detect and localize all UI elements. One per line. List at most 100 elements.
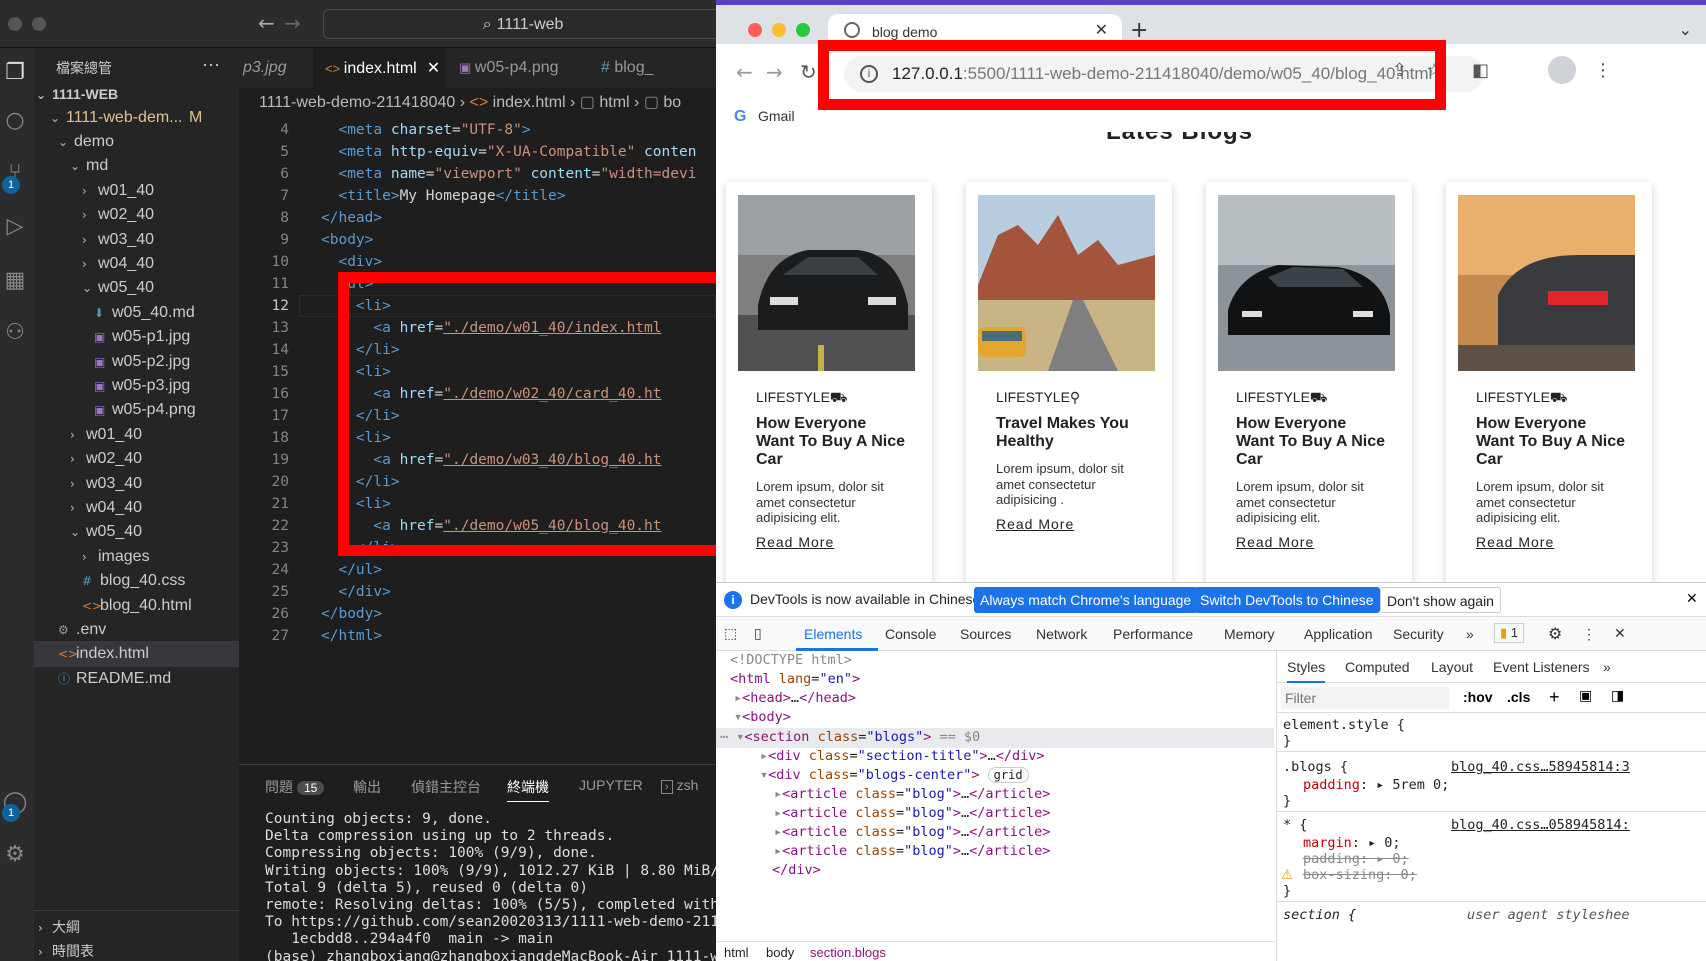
tree-item[interactable]: ▣ w05-p4.png xyxy=(34,397,239,423)
project-folder[interactable]: ⌄ 1111-web-dem... M xyxy=(34,105,239,131)
menu-dots-icon[interactable]: ⋮ xyxy=(1594,60,1612,81)
tree-item[interactable]: › w02_40 xyxy=(34,446,239,472)
tab-console[interactable]: Console xyxy=(885,626,936,642)
more-tabs-chevron-icon[interactable]: » xyxy=(1603,659,1611,675)
run-debug-icon[interactable]: ▷ xyxy=(0,212,30,242)
tree-item[interactable]: › w04_40 xyxy=(34,251,239,277)
read-more-link[interactable]: Read More xyxy=(1476,534,1554,550)
tree-item[interactable]: › w02_40 xyxy=(34,202,239,228)
rule-selector[interactable]: section { xyxy=(1283,907,1356,923)
tree-item[interactable]: › w01_40 xyxy=(34,178,239,204)
close-devtools-icon[interactable]: ✕ xyxy=(1614,626,1626,642)
more-tabs-chevron-icon[interactable]: » xyxy=(1466,626,1474,642)
dom-node[interactable]: ▸<div class="section-title">…</div> xyxy=(760,747,1045,766)
profile-avatar[interactable] xyxy=(1548,56,1576,84)
forward-arrow-icon[interactable]: → xyxy=(284,11,301,35)
rule-selector[interactable]: .blogs { xyxy=(1283,759,1348,775)
grid-badge[interactable]: grid xyxy=(987,767,1029,783)
dom-node[interactable]: ▸<article class="blog">…</article> xyxy=(774,823,1050,842)
tree-item[interactable]: <>index.html xyxy=(34,641,239,668)
tab-debug-console[interactable]: 偵錯主控台 xyxy=(411,777,481,797)
tab-w05-p4-png[interactable]: ▣ w05-p4.png xyxy=(445,48,585,88)
element-state-icon[interactable]: ▣ xyxy=(1579,687,1592,704)
tab-styles[interactable]: Styles xyxy=(1287,659,1326,683)
explorer-more-button[interactable]: ··· xyxy=(202,54,220,75)
close-icon[interactable]: ✕ xyxy=(427,60,440,77)
tab-application[interactable]: Application xyxy=(1304,626,1373,642)
dom-node[interactable]: ▸<article class="blog">…</article> xyxy=(774,842,1050,861)
hover-state-toggle[interactable]: :hov xyxy=(1463,689,1493,705)
tab-layout[interactable]: Layout xyxy=(1431,659,1473,675)
css-overridden[interactable]: padding: ▸ 0; xyxy=(1303,851,1409,867)
css-invalid[interactable]: box-sizing: 0; xyxy=(1303,867,1417,883)
dom-node[interactable]: ▾<div class="blogs-center"> grid xyxy=(760,766,1029,785)
tree-item[interactable]: # blog_40.css xyxy=(34,568,239,594)
tab-security[interactable]: Security xyxy=(1393,626,1444,642)
forward-arrow-icon[interactable]: → xyxy=(766,60,783,84)
search-activity-icon[interactable]: ○ xyxy=(0,106,30,136)
explorer-icon[interactable]: ❐ xyxy=(0,58,30,88)
tab-sources[interactable]: Sources xyxy=(960,626,1011,642)
tab-memory[interactable]: Memory xyxy=(1224,626,1275,642)
dom-node[interactable]: ▸<article class="blog">…</article> xyxy=(774,785,1050,804)
tab-index-html[interactable]: <> index.html ✕ xyxy=(313,48,445,88)
add-rule-icon[interactable]: + xyxy=(1549,687,1560,708)
tree-item[interactable]: ▣ w05-p1.jpg xyxy=(34,324,239,350)
crumb-section[interactable]: section.blogs xyxy=(810,945,886,960)
match-language-button[interactable]: Always match Chrome's language xyxy=(974,587,1198,613)
issues-button[interactable]: ▮ 1 xyxy=(1494,623,1525,643)
tab-jupyter[interactable]: JUPYTER xyxy=(579,777,643,793)
read-more-link[interactable]: Read More xyxy=(996,516,1074,532)
breadcrumb-item[interactable]: index.html xyxy=(493,94,566,111)
tree-item[interactable]: › w04_40 xyxy=(34,495,239,521)
toggle-sidebar-icon[interactable]: ◨ xyxy=(1611,687,1624,704)
tab-output[interactable]: 輸出 xyxy=(353,777,381,797)
tree-item[interactable]: ⬇ w05_40.md xyxy=(34,300,239,326)
breadcrumb-item[interactable]: 1111-web-demo-211418040 xyxy=(259,94,455,111)
back-arrow-icon[interactable]: ← xyxy=(736,60,753,84)
tab-blog[interactable]: # blog_ xyxy=(585,48,716,88)
back-arrow-icon[interactable]: ← xyxy=(258,11,275,35)
tree-item[interactable]: ⚙ .env xyxy=(34,617,239,643)
terminal-shell-selector[interactable]: › zsh xyxy=(661,777,698,794)
manage-gear-icon[interactable]: ⚙ xyxy=(0,840,30,870)
rule-source-link[interactable]: blog_40.css…58945814:3 xyxy=(1451,759,1630,775)
inspect-element-icon[interactable]: ⬚ xyxy=(724,626,737,642)
breadcrumb-item[interactable]: bo xyxy=(663,94,681,111)
dom-tree[interactable]: <!DOCTYPE html> <html lang="en"> ▸<head>… xyxy=(716,651,1274,941)
tab-event-listeners[interactable]: Event Listeners xyxy=(1493,659,1590,675)
rule-selector[interactable]: * { xyxy=(1283,817,1307,833)
explorer-root[interactable]: ⌄ 1111-WEB xyxy=(34,81,239,107)
tree-item[interactable]: › w03_40 xyxy=(34,227,239,253)
tree-item[interactable]: ⌄ w05_40 xyxy=(34,275,239,301)
dom-node[interactable]: ▸<article class="blog">…</article> xyxy=(774,804,1050,823)
dom-node-selected[interactable]: ⋯ ▾<section class="blogs"> == $0 xyxy=(720,728,980,747)
tab-p3-jpg[interactable]: p3.jpg xyxy=(243,48,313,88)
more-options-icon[interactable]: ⋮ xyxy=(1582,626,1596,643)
bookmark-gmail[interactable]: Gmail xyxy=(758,108,795,124)
close-icon[interactable]: ✕ xyxy=(1095,20,1108,39)
tab-problems[interactable]: 問題 15 xyxy=(265,777,325,797)
window-close-button[interactable] xyxy=(748,23,762,37)
tree-item[interactable]: ▣ w05-p3.jpg xyxy=(34,373,239,399)
terminal-output[interactable]: Counting objects: 9, done. Delta compress… xyxy=(265,811,716,961)
side-panel-icon[interactable]: ◧ xyxy=(1472,60,1489,81)
switch-to-chinese-button[interactable]: Switch DevTools to Chinese xyxy=(1194,587,1380,613)
tab-elements[interactable]: Elements xyxy=(804,626,862,642)
tree-item[interactable]: › w03_40 xyxy=(34,471,239,497)
window-close-button[interactable] xyxy=(8,17,22,31)
tree-item[interactable]: ⌄ w05_40 xyxy=(34,519,239,545)
tab-network[interactable]: Network xyxy=(1036,626,1087,642)
tab-performance[interactable]: Performance xyxy=(1113,626,1193,642)
crumb-html[interactable]: html xyxy=(724,945,749,960)
tree-item[interactable]: › images xyxy=(34,544,239,570)
dom-node[interactable]: ▾<body> xyxy=(734,708,791,727)
dont-show-again-button[interactable]: Don't show again xyxy=(1380,587,1501,613)
python-icon[interactable]: ⚇ xyxy=(0,318,30,348)
tree-item[interactable]: <>blog_40.html xyxy=(34,593,239,619)
tab-search-chevron-icon[interactable]: ⌄ xyxy=(1679,20,1692,39)
tab-computed[interactable]: Computed xyxy=(1345,659,1410,675)
window-minimize-button[interactable] xyxy=(32,17,46,31)
read-more-link[interactable]: Read More xyxy=(756,534,834,550)
css-value[interactable]: 0; xyxy=(1384,835,1400,851)
